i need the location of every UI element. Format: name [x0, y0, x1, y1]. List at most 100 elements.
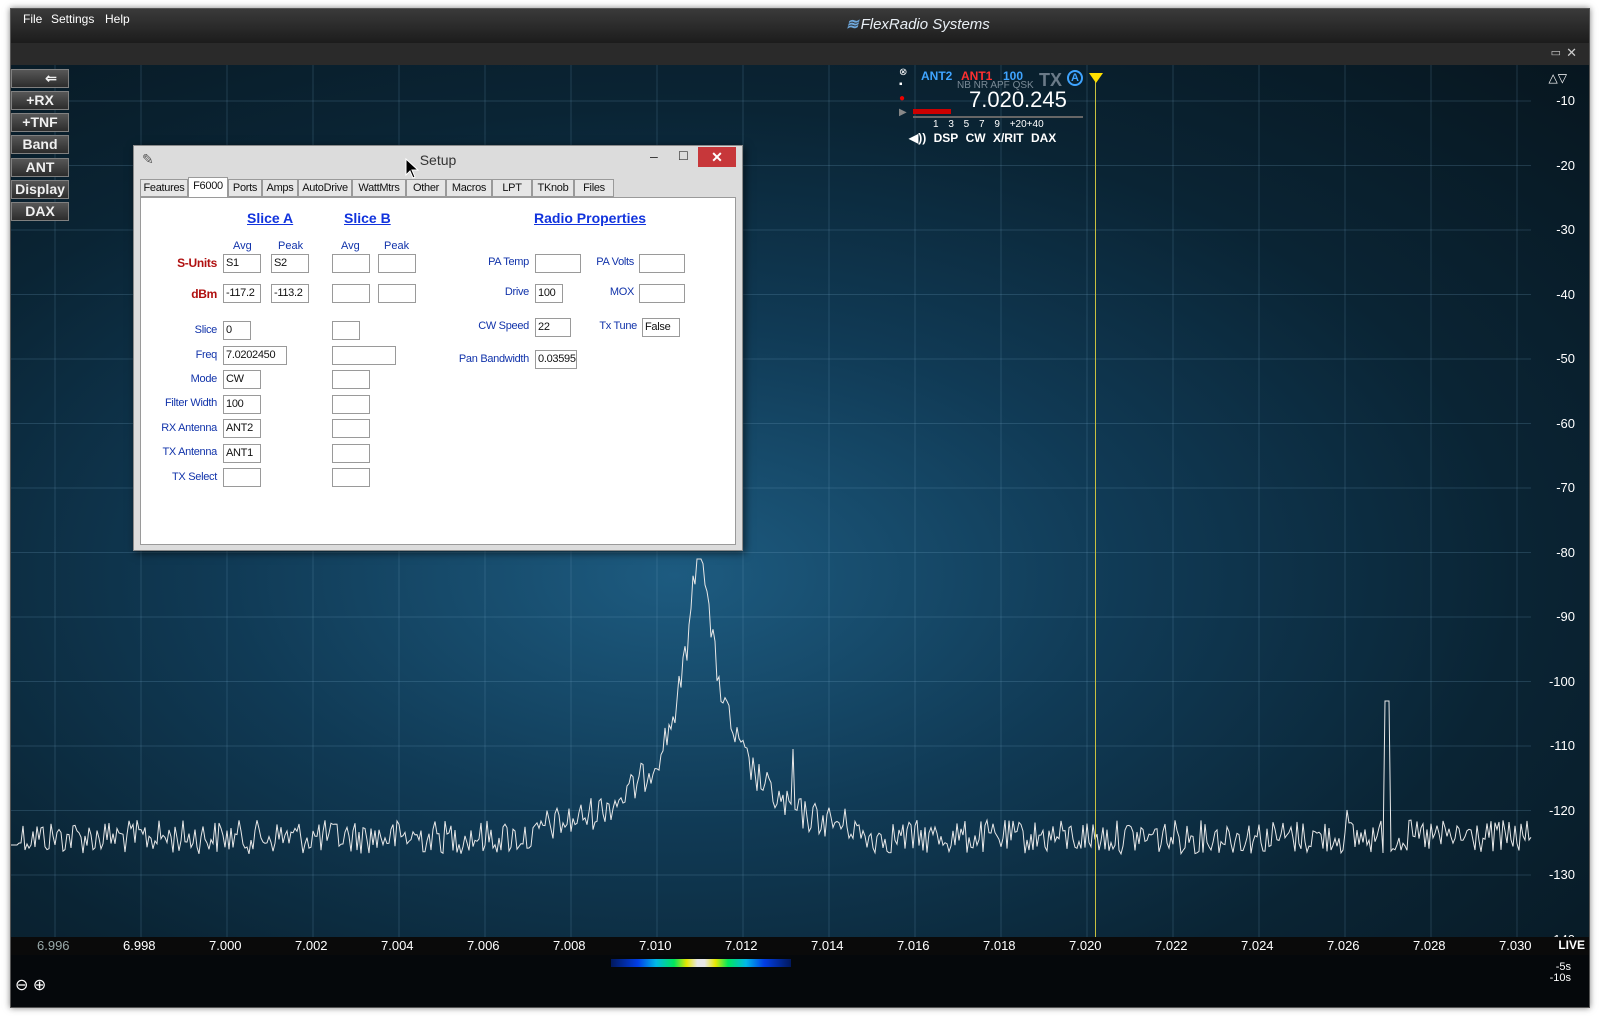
tx-tune-label: Tx Tune — [599, 320, 637, 332]
drive-field[interactable]: 100 — [535, 284, 563, 303]
tx-antenna-label: TX Antenna — [162, 446, 218, 458]
freq-axis-label: 6.996 — [37, 938, 70, 953]
tab-other[interactable]: Other — [406, 179, 446, 197]
display-button[interactable]: Display — [11, 180, 69, 199]
cw-speed-field[interactable]: 22 — [535, 318, 571, 337]
slice-flag[interactable]: ⊗ ▪ ● ▶ ANT2 ANT1 100 NB NR APF QSK TX A… — [893, 67, 1083, 153]
tab-files[interactable]: Files — [574, 179, 614, 197]
s-units-label: S-Units — [177, 256, 217, 270]
tab-f6000[interactable]: F6000 — [188, 177, 228, 197]
tab-features[interactable]: Features — [140, 179, 188, 197]
add-rx-button[interactable]: +RX — [11, 91, 69, 110]
menu-help[interactable]: Help — [105, 12, 130, 26]
zoom-controls: ⊖ ⊕ — [15, 975, 46, 995]
slice-b-filter-width-field[interactable] — [332, 395, 370, 414]
slice-b-s-avg-field[interactable] — [332, 254, 370, 273]
tab-amps[interactable]: Amps — [262, 179, 298, 197]
freq-axis-label: 7.022 — [1155, 938, 1188, 953]
pa-volts-field[interactable] — [639, 254, 685, 273]
waterfall[interactable]: -5s -10s ⊖ ⊕ — [11, 955, 1589, 1007]
slice-a-s-avg-field[interactable]: S1 — [223, 254, 261, 273]
slice-b-freq-field[interactable] — [332, 346, 396, 365]
slice-label: Slice — [194, 324, 218, 336]
brand-logo: ≋ FlexRadio Systems — [846, 15, 990, 33]
slice-a-slice-field[interactable]: 0 — [223, 321, 251, 340]
band-button[interactable]: Band — [11, 135, 69, 154]
frequency-axis[interactable]: LIVE 6.996 6.998 7.000 7.002 7.004 7.006 7.008… — [11, 937, 1589, 955]
slice-a-dbm-peak-field[interactable]: -113.2 — [271, 284, 309, 303]
s-meter-level — [913, 109, 951, 114]
live-label: LIVE — [1558, 938, 1585, 952]
waterfall-signal-trace — [611, 959, 791, 967]
tab-autodrive[interactable]: AutoDrive — [298, 179, 352, 197]
slice-b-dbm-peak-field[interactable] — [378, 284, 416, 303]
slice-a-tx-select-field[interactable] — [223, 468, 261, 487]
rx-antenna-label[interactable]: ANT2 — [921, 69, 952, 83]
close-icon[interactable]: ✕ — [698, 147, 736, 167]
dsp-tab[interactable]: DSP — [934, 131, 959, 145]
scale-arrows-icon[interactable]: △▽ — [1549, 71, 1567, 85]
cw-tab[interactable]: CW — [966, 131, 986, 145]
slice-a-tx-antenna-field[interactable]: ANT1 — [223, 444, 261, 463]
mox-field[interactable] — [639, 284, 685, 303]
tx-tune-field[interactable]: False — [642, 318, 680, 337]
radio-properties-heading: Radio Properties — [534, 210, 647, 226]
audio-tab-icon[interactable]: ◀)) — [909, 131, 926, 145]
slice-b-tx-antenna-field[interactable] — [332, 444, 370, 463]
play-icon[interactable]: ▶ — [899, 107, 907, 118]
tab-tknob[interactable]: TKnob — [532, 179, 574, 197]
close-slice-icon[interactable]: ⊗ — [899, 67, 907, 78]
tab-lpt[interactable]: LPT — [492, 179, 532, 197]
close-icon[interactable]: ✕ — [1566, 45, 1577, 61]
pan-bandwidth-field[interactable]: 0.03595 — [535, 350, 577, 369]
freq-axis-label: 7.012 — [725, 938, 758, 953]
slice-a-mode-field[interactable]: CW — [223, 370, 261, 389]
zoom-in-icon[interactable]: ⊕ — [33, 977, 46, 994]
freq-label: Freq — [195, 349, 218, 361]
slice-b-mode-field[interactable] — [332, 370, 370, 389]
freq-axis-label: 6.998 — [123, 938, 156, 953]
slice-a-dbm-avg-field[interactable]: -117.2 — [223, 284, 261, 303]
freq-axis-label: 7.026 — [1327, 938, 1360, 953]
menu-file[interactable]: File — [23, 12, 42, 26]
restore-icon[interactable]: ▭ — [1551, 46, 1561, 59]
dax-button[interactable]: DAX — [11, 202, 69, 221]
slice-a-s-peak-field[interactable]: S2 — [271, 254, 309, 273]
dialog-titlebar[interactable]: ✎ Setup – ☐ ✕ — [134, 146, 742, 174]
slice-a-freq-field[interactable]: 7.0202450 — [223, 346, 287, 365]
tab-macros[interactable]: Macros — [446, 179, 492, 197]
ant-button[interactable]: ANT — [11, 158, 69, 177]
slice-b-tx-select-field[interactable] — [332, 468, 370, 487]
add-tnf-button[interactable]: +TNF — [11, 113, 69, 132]
tab-ports[interactable]: Ports — [228, 179, 262, 197]
slice-flag-tabs: ◀)) DSP CW X/RIT DAX — [909, 131, 1060, 145]
slice-tuning-line[interactable] — [1095, 81, 1096, 945]
slice-b-dbm-avg-field[interactable] — [332, 284, 370, 303]
mox-label: MOX — [609, 286, 634, 298]
slice-frequency[interactable]: 7.020.245 — [969, 87, 1067, 113]
db-scale-label: -80 — [1556, 544, 1575, 560]
lock-icon[interactable]: ▪ — [899, 79, 903, 90]
slice-b-slice-field[interactable] — [332, 321, 360, 340]
slice-b-s-peak-field[interactable] — [378, 254, 416, 273]
slice-b-rx-antenna-field[interactable] — [332, 419, 370, 438]
maximize-icon[interactable]: ☐ — [678, 149, 689, 163]
slice-tuning-marker[interactable] — [1089, 73, 1103, 83]
record-icon[interactable]: ● — [899, 93, 905, 104]
slice-a-peak-header: Peak — [278, 240, 304, 252]
zoom-out-icon[interactable]: ⊖ — [15, 977, 28, 994]
slice-a-filter-width-field[interactable]: 100 — [223, 395, 261, 414]
slice-a-rx-antenna-field[interactable]: ANT2 — [223, 419, 261, 438]
freq-axis-label: 7.002 — [295, 938, 328, 953]
mouse-cursor-icon — [405, 158, 420, 179]
minimize-icon[interactable]: – — [650, 148, 658, 164]
pa-temp-field[interactable] — [535, 254, 581, 273]
db-scale-label: -10 — [1556, 93, 1575, 108]
tab-wattmtrs[interactable]: WattMtrs — [352, 179, 406, 197]
menu-settings[interactable]: Settings — [51, 12, 94, 26]
collapse-sidebar-button[interactable]: ⇐ — [11, 69, 69, 88]
db-scale[interactable]: △▽ -10 -20 -30 -40 -50 -60 -70 -80 -90 -100 -110 -1… — [1529, 65, 1589, 947]
setup-dialog: ✎ Setup – ☐ ✕ Features F6000 Ports Amps … — [133, 145, 743, 551]
dax-tab[interactable]: DAX — [1031, 131, 1056, 145]
xrit-tab[interactable]: X/RIT — [993, 131, 1024, 145]
